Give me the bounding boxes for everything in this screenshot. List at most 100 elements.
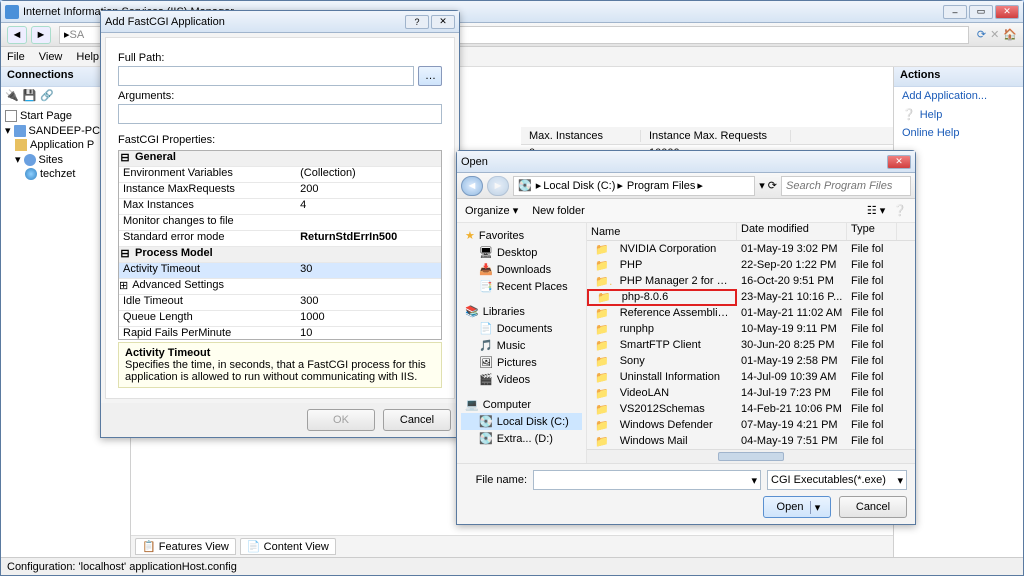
file-list-header: Name Date modified Type (587, 223, 915, 241)
file-row[interactable]: 📁VideoLAN14-Jul-19 7:23 PMFile fol (587, 385, 915, 401)
action-add-application[interactable]: Add Application... (894, 87, 1023, 105)
nav-recent[interactable]: 📑 Recent Places (461, 278, 582, 295)
col-inst-max-req[interactable]: Instance Max. Requests (641, 130, 791, 142)
col-name[interactable]: Name (587, 223, 737, 240)
nav-fwd-icon[interactable]: ► (31, 26, 51, 44)
home-icon[interactable]: 🏠 (1003, 28, 1017, 41)
close-button[interactable]: ✕ (995, 5, 1019, 19)
full-path-input[interactable] (118, 66, 414, 86)
file-row[interactable]: 📁Uninstall Information14-Jul-09 10:39 AM… (587, 369, 915, 385)
nav-favorites[interactable]: ★Favorites (461, 227, 582, 244)
file-row[interactable]: 📁SmartFTP Client30-Jun-20 8:25 PMFile fo… (587, 337, 915, 353)
filename-label: File name: (465, 474, 527, 486)
iis-icon (5, 5, 19, 19)
search-input[interactable] (781, 176, 911, 196)
address-bar[interactable]: 💽 ▸ Local Disk (C:) ▸ Program Files ▸ (513, 176, 755, 196)
nav-extra-d[interactable]: 💽 Extra... (D:) (461, 430, 582, 447)
horizontal-scrollbar[interactable] (587, 449, 915, 463)
menu-view[interactable]: View (39, 51, 63, 63)
minimize-button[interactable]: – (943, 5, 967, 19)
file-row[interactable]: 📁php-8.0.623-May-21 10:16 P...File fol (587, 289, 915, 305)
grid-header: Max. Instances Instance Max. Requests (521, 127, 893, 145)
menu-help[interactable]: Help (76, 51, 99, 63)
new-folder-button[interactable]: New folder (532, 205, 585, 217)
open-button[interactable]: Open▾ (763, 496, 831, 518)
file-row[interactable]: 📁VS2012Schemas14-Feb-21 10:06 PMFile fol (587, 401, 915, 417)
file-row[interactable]: 📁PHP Manager 2 for IIS16-Oct-20 9:51 PMF… (587, 273, 915, 289)
refresh-icon[interactable]: ▾ ⟳ (759, 179, 777, 192)
help-button[interactable]: ? (405, 15, 429, 29)
action-help[interactable]: ❔Help (894, 105, 1023, 124)
tab-features[interactable]: 📋 Features View (135, 538, 236, 555)
folder-icon: 📁 (591, 419, 613, 432)
connect-icon[interactable]: 🔌 (5, 89, 19, 102)
filename-input[interactable]: ▾ (533, 470, 761, 490)
folder-icon: 📁 (591, 275, 613, 288)
folder-icon: 📁 (591, 323, 613, 336)
cancel-button[interactable]: Cancel (383, 409, 451, 431)
file-row[interactable]: 📁NVIDIA Corporation01-May-19 3:02 PMFile… (587, 241, 915, 257)
star-icon: ★ (465, 229, 475, 242)
view-menu-icon[interactable]: ☷ ▾ (867, 204, 885, 217)
folder-icon: 📁 (591, 387, 613, 400)
folder-icon: 📁 (591, 355, 613, 368)
col-max-instances[interactable]: Max. Instances (521, 130, 641, 142)
open-navbar: ◄ ► 💽 ▸ Local Disk (C:) ▸ Program Files … (457, 173, 915, 199)
help-icon[interactable]: ❔ (893, 204, 907, 217)
nav-back-button[interactable]: ◄ (461, 176, 483, 196)
nav-downloads[interactable]: 📥 Downloads (461, 261, 582, 278)
nav-libraries[interactable]: 📚Libraries (461, 303, 582, 320)
folder-icon: 📁 (591, 403, 613, 416)
open-toolbar: Organize ▾ New folder ☷ ▾ ❔ (457, 199, 915, 223)
organize-menu[interactable]: Organize ▾ (465, 204, 518, 217)
cancel-button[interactable]: Cancel (839, 496, 907, 518)
close-button[interactable]: ✕ (887, 155, 911, 169)
file-row[interactable]: 📁Windows Mail04-May-19 7:51 PMFile fol (587, 433, 915, 449)
view-tabs: 📋 Features View 📄 Content View (131, 535, 893, 557)
file-list: Name Date modified Type 📁NVIDIA Corporat… (587, 223, 915, 463)
ok-button[interactable]: OK (307, 409, 375, 431)
arguments-label: Arguments: (118, 90, 442, 102)
nav-documents[interactable]: 📄 Documents (461, 320, 582, 337)
file-row[interactable]: 📁Windows Defender07-May-19 4:21 PMFile f… (587, 417, 915, 433)
folder-icon: 📁 (591, 371, 613, 384)
menu-file[interactable]: File (7, 51, 25, 63)
open-titlebar: Open ✕ (457, 151, 915, 173)
link-icon[interactable]: 🔗 (40, 89, 54, 102)
nav-desktop[interactable]: 🖥 Desktop (461, 244, 582, 261)
stop-icon[interactable]: ✕ (990, 28, 999, 41)
col-date[interactable]: Date modified (737, 223, 847, 240)
help-icon: ❔ (902, 108, 916, 121)
action-online-help[interactable]: Online Help (894, 124, 1023, 142)
browse-button[interactable]: … (418, 66, 442, 86)
refresh-icon[interactable]: ⟳ (977, 28, 986, 41)
file-row[interactable]: 📁Sony01-May-19 2:58 PMFile fol (587, 353, 915, 369)
folder-icon: 📁 (591, 435, 613, 448)
property-grid[interactable]: ⊟General Environment Variables(Collectio… (118, 150, 442, 340)
nav-computer[interactable]: 💻Computer (461, 396, 582, 413)
nav-videos[interactable]: 🎬 Videos (461, 371, 582, 388)
col-type[interactable]: Type (847, 223, 897, 240)
tab-content[interactable]: 📄 Content View (240, 538, 336, 555)
nav-fwd-button[interactable]: ► (487, 176, 509, 196)
file-row[interactable]: 📁PHP22-Sep-20 1:22 PMFile fol (587, 257, 915, 273)
close-button[interactable]: ✕ (431, 15, 455, 29)
nav-back-icon[interactable]: ◄ (7, 26, 27, 44)
fastcgi-dialog: Add FastCGI Application ? ✕ Full Path: …… (100, 10, 460, 438)
computer-icon: 💻 (465, 398, 479, 411)
nav-music[interactable]: 🎵 Music (461, 337, 582, 354)
open-title: Open (461, 156, 488, 168)
filter-combo[interactable]: CGI Executables(*.exe)▾ (767, 470, 907, 490)
folder-icon: 📁 (591, 339, 613, 352)
actions-header: Actions (894, 67, 1023, 87)
save-icon[interactable]: 💾 (23, 89, 37, 102)
property-description: Activity Timeout Specifies the time, in … (118, 342, 442, 388)
file-row[interactable]: 📁Reference Assemblies01-May-21 11:02 AMF… (587, 305, 915, 321)
nav-local-c[interactable]: 💽 Local Disk (C:) (461, 413, 582, 430)
maximize-button[interactable]: ▭ (969, 5, 993, 19)
props-label: FastCGI Properties: (118, 134, 442, 146)
arguments-input[interactable] (118, 104, 442, 124)
file-row[interactable]: 📁runphp10-May-19 9:11 PMFile fol (587, 321, 915, 337)
fastcgi-titlebar: Add FastCGI Application ? ✕ (101, 11, 459, 33)
nav-pictures[interactable]: 🖼 Pictures (461, 354, 582, 371)
